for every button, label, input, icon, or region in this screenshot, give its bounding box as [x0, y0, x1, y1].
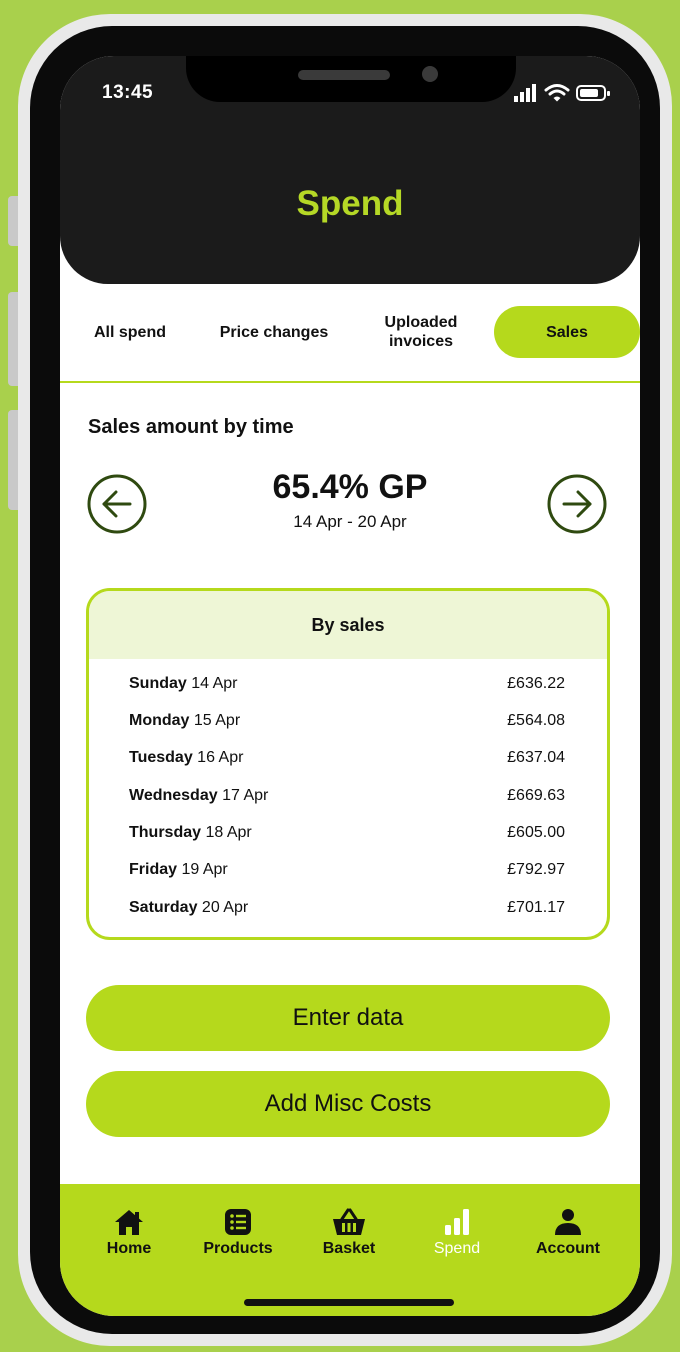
row-day: Friday — [129, 861, 182, 878]
tab-label: All spend — [93, 323, 166, 341]
row-date: 18 Apr — [205, 824, 252, 841]
nav-label: Home — [106, 1240, 152, 1257]
side-button-volume-down — [8, 410, 18, 510]
row-date: 19 Apr — [181, 861, 228, 878]
nav-label: Account — [536, 1240, 600, 1257]
row-day: Sunday — [129, 675, 192, 692]
battery-icon — [576, 85, 610, 101]
row-amount: £637.04 — [507, 749, 565, 766]
arrow-right-circle-icon — [547, 474, 607, 534]
add-misc-costs-button[interactable]: Add Misc Costs — [86, 1071, 610, 1137]
nav-products[interactable]: Products — [188, 1208, 288, 1268]
home-icon — [115, 1210, 143, 1235]
status-time: 13:45 — [102, 82, 154, 103]
row-amount: £701.17 — [507, 899, 565, 916]
nav-basket[interactable]: Basket — [299, 1208, 399, 1268]
row-day: Tuesday — [129, 749, 198, 766]
page-title: Spend — [296, 184, 404, 223]
tab-all-spend[interactable]: All spend — [74, 306, 186, 358]
row-date: 17 Apr — [222, 787, 269, 804]
gp-value: 65.4% GP — [272, 468, 428, 506]
previous-period-button[interactable] — [86, 473, 148, 535]
tab-label: Uploaded invoices — [384, 314, 458, 350]
tab-divider — [60, 381, 640, 383]
tab-sales[interactable]: Sales — [494, 306, 640, 358]
row-amount: £564.08 — [507, 712, 565, 729]
list-icon — [225, 1209, 251, 1235]
section-title: Sales amount by time — [88, 416, 294, 438]
table-row: Monday 15 Apr £564.08 — [129, 712, 565, 740]
table-row: Wednesday 17 Apr £669.63 — [129, 787, 565, 815]
row-day: Thursday — [129, 824, 206, 841]
person-icon — [555, 1209, 581, 1235]
next-period-button[interactable] — [546, 473, 608, 535]
row-amount: £636.22 — [507, 675, 565, 692]
row-date: 20 Apr — [201, 899, 249, 916]
enter-data-button[interactable]: Enter data — [86, 985, 610, 1051]
table-row: Tuesday 16 Apr £637.04 — [129, 749, 565, 777]
home-indicator — [244, 1299, 454, 1306]
nav-label: Products — [203, 1240, 273, 1257]
tab-uploaded-invoices[interactable]: Uploaded invoices — [360, 306, 482, 358]
notch — [186, 56, 516, 102]
status-icons — [512, 82, 622, 104]
date-range: 14 Apr - 20 Apr — [293, 512, 407, 531]
row-day: Saturday — [129, 899, 202, 916]
tab-bar: All spend Price changes Uploaded invoice… — [60, 306, 640, 358]
sales-table-card: By sales Sunday 14 Apr £636.22 Monday 15… — [86, 588, 610, 940]
row-day: Wednesday — [129, 787, 223, 804]
nav-spend[interactable]: Spend — [407, 1208, 507, 1268]
app-header: 13:45 Spend — [60, 56, 640, 284]
row-amount: £669.63 — [507, 787, 565, 804]
row-amount: £792.97 — [507, 861, 565, 878]
nav-label: Basket — [322, 1240, 376, 1257]
front-camera — [422, 66, 438, 82]
side-button-mute — [8, 196, 18, 246]
tab-label: Price changes — [219, 323, 329, 341]
wifi-icon — [544, 84, 570, 102]
row-day: Monday — [129, 712, 194, 729]
row-amount: £605.00 — [507, 824, 565, 841]
nav-label: Spend — [433, 1240, 481, 1257]
table-row: Sunday 14 Apr £636.22 — [129, 675, 565, 703]
signal-icon — [514, 84, 536, 102]
arrow-left-circle-icon — [87, 474, 147, 534]
bar-chart-icon — [445, 1209, 469, 1235]
table-row: Friday 19 Apr £792.97 — [129, 861, 565, 889]
table-row: Saturday 20 Apr £701.17 — [129, 899, 565, 927]
nav-account[interactable]: Account — [518, 1208, 618, 1268]
row-date: 15 Apr — [193, 712, 241, 729]
row-date: 14 Apr — [191, 675, 238, 692]
table-row: Thursday 18 Apr £605.00 — [129, 824, 565, 852]
table-header: By sales — [89, 591, 607, 659]
row-date: 16 Apr — [197, 749, 244, 766]
tab-price-changes[interactable]: Price changes — [206, 306, 342, 358]
speaker-grille — [298, 70, 390, 80]
bottom-nav: Home Products Basket Spend Account — [60, 1184, 640, 1316]
basket-icon — [333, 1208, 365, 1235]
phone-screen: 13:45 Spend All spend Price changes Uplo… — [60, 56, 640, 1316]
nav-home[interactable]: Home — [79, 1208, 179, 1268]
side-button-volume-up — [8, 292, 18, 386]
tab-label: Sales — [546, 323, 588, 341]
